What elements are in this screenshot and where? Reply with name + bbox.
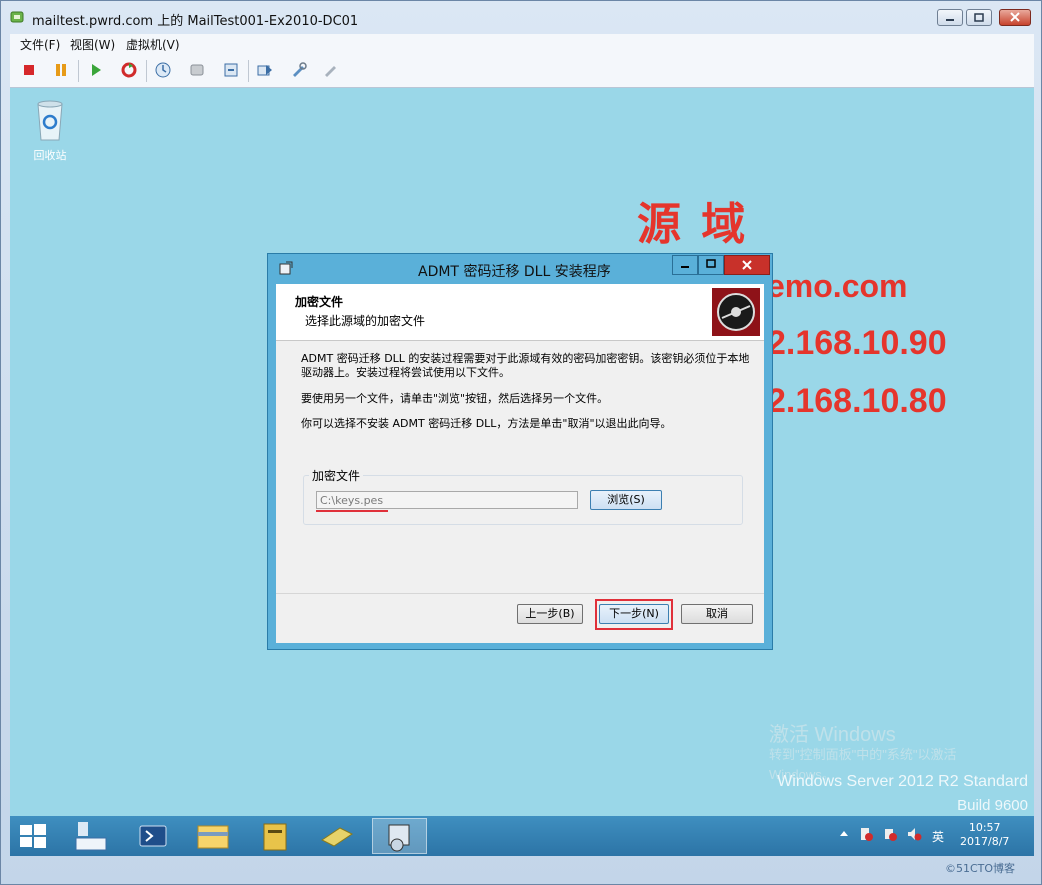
overlay-domain: emo.com <box>767 268 908 304</box>
dialog-close-button[interactable] <box>724 255 770 275</box>
vm-connection-icon <box>10 11 24 23</box>
taskbar-admt[interactable] <box>248 818 303 854</box>
dialog-maximize-button[interactable] <box>698 255 724 275</box>
disk-icon <box>712 288 760 336</box>
clock-date: 2017/8/7 <box>960 835 1010 848</box>
restore-icon <box>974 13 984 22</box>
toolbar-separator <box>248 60 249 82</box>
menu-bar: 文件(F) 视图(W) 虚拟机(V) <box>10 34 1034 54</box>
ctrl-alt-del-icon[interactable] <box>256 61 274 79</box>
minimize-icon <box>681 266 689 268</box>
checkpoint-icon[interactable] <box>154 61 172 79</box>
title-bar: mailtest.pwrd.com 上的 MailTest001-Ex2010-… <box>1 1 1041 33</box>
taskbar-server-manager[interactable] <box>64 818 119 854</box>
browse-button[interactable]: 浏览(S) <box>590 490 662 510</box>
action-center-icon[interactable] <box>858 826 874 842</box>
ime-indicator[interactable]: 英 <box>932 828 944 845</box>
setup-icon <box>279 261 293 275</box>
window-title: mailtest.pwrd.com 上的 MailTest001-Ex2010-… <box>32 14 359 29</box>
dialog-minimize-button[interactable] <box>672 255 698 275</box>
dialog-title-bar: ADMT 密码迁移 DLL 安装程序 <box>268 254 772 283</box>
settings-icon[interactable] <box>290 61 308 79</box>
overlay-heading: 源 域 <box>637 200 750 249</box>
network-icon[interactable] <box>882 826 898 842</box>
maximize-icon <box>706 259 716 268</box>
dialog-title: ADMT 密码迁移 DLL 安装程序 <box>418 264 611 280</box>
activate-hint: 转到"控制面板"中的"系统"以激活 <box>769 747 957 762</box>
minimize-icon <box>946 19 954 21</box>
taskbar-explorer[interactable] <box>186 818 241 854</box>
windows-start-icon[interactable] <box>20 824 46 848</box>
recycle-bin-label: 回收站 <box>33 149 67 162</box>
edition-label: Windows Server 2012 R2 Standard <box>777 773 1028 790</box>
build-label: Build 9600 <box>957 797 1028 814</box>
annotation-highlight-box <box>595 599 673 630</box>
setup-icon <box>388 824 410 852</box>
toolbar-separator <box>78 60 79 82</box>
insert-disk-icon[interactable] <box>322 61 340 79</box>
taskbar: 英 10:57 2017/8/7 <box>10 816 1034 856</box>
taskbar-app-2[interactable] <box>310 818 365 854</box>
restore-button[interactable] <box>966 9 992 26</box>
minimize-button[interactable] <box>937 9 963 26</box>
overlay-ip-1: 2.168.10.90 <box>767 324 947 362</box>
vm-window: mailtest.pwrd.com 上的 MailTest001-Ex2010-… <box>0 0 1042 885</box>
toolbar <box>10 54 1034 88</box>
wizard-header: 加密文件 选择此源域的加密文件 <box>276 284 764 341</box>
encryption-file-group-label: 加密文件 <box>309 467 364 484</box>
encryption-file-input[interactable] <box>316 491 578 509</box>
server-manager-icon <box>75 822 107 851</box>
dialog-body: 加密文件 选择此源域的加密文件 ADMT 密码迁移 DLL 的安装过程需要对于此… <box>276 284 764 643</box>
volume-muted-icon[interactable] <box>906 826 922 842</box>
close-icon <box>742 260 752 270</box>
wizard-step-title: 加密文件 <box>295 295 344 309</box>
admt-setup-dialog: ADMT 密码迁移 DLL 安装程序 加密文件 选择此源域的加密文件 ADMT … <box>267 253 773 650</box>
revert-icon[interactable] <box>188 61 206 79</box>
description-text: ADMT 密码迁移 DLL 的安装过程需要对于此源域有效的密码加密密钥。该密钥必… <box>301 352 750 379</box>
menu-view[interactable]: 视图(W) <box>70 36 115 53</box>
menu-file[interactable]: 文件(F) <box>20 36 60 53</box>
wizard-step-subtitle: 选择此源域的加密文件 <box>305 314 426 328</box>
close-button[interactable] <box>999 9 1031 26</box>
toolbar-separator <box>146 60 147 82</box>
clock[interactable]: 10:57 2017/8/7 <box>960 821 1009 849</box>
footer-divider <box>276 593 764 594</box>
admt-icon <box>263 823 287 851</box>
stop-icon[interactable] <box>20 61 38 79</box>
show-hidden-icons-icon[interactable] <box>836 826 852 842</box>
share-icon[interactable] <box>222 61 240 79</box>
back-button[interactable]: 上一步(B) <box>517 604 583 624</box>
taskbar-setup[interactable] <box>372 818 427 854</box>
taskbar-powershell[interactable] <box>126 818 181 854</box>
activate-title: 激活 Windows <box>769 724 896 746</box>
cancel-instruction: 你可以选择不安装 ADMT 密码迁移 DLL，方法是单击"取消"以退出此向导。 <box>301 417 672 430</box>
recycle-bin-icon <box>37 100 63 141</box>
close-icon <box>1010 12 1020 22</box>
folder-icon <box>197 825 229 849</box>
tool-icon <box>321 827 353 847</box>
guest-desktop: 回收站 源 域 emo.com 2.168.10.90 2.168.10.80 … <box>10 88 1034 816</box>
annotation-underline <box>316 510 388 512</box>
browse-instruction: 要使用另一个文件，请单击"浏览"按钮，然后选择另一个文件。 <box>301 392 609 405</box>
powershell-icon <box>139 825 167 847</box>
start-icon[interactable] <box>87 61 105 79</box>
overlay-ip-2: 2.168.10.80 <box>767 382 947 420</box>
watermark: ©51CTO博客 <box>945 862 1016 875</box>
cancel-button[interactable]: 取消 <box>681 604 753 624</box>
clock-time: 10:57 <box>968 821 1001 834</box>
reset-icon[interactable] <box>120 61 138 79</box>
menu-vm[interactable]: 虚拟机(V) <box>126 36 180 53</box>
pause-icon[interactable] <box>52 61 70 79</box>
recycle-bin[interactable]: 回收站 <box>25 96 75 163</box>
